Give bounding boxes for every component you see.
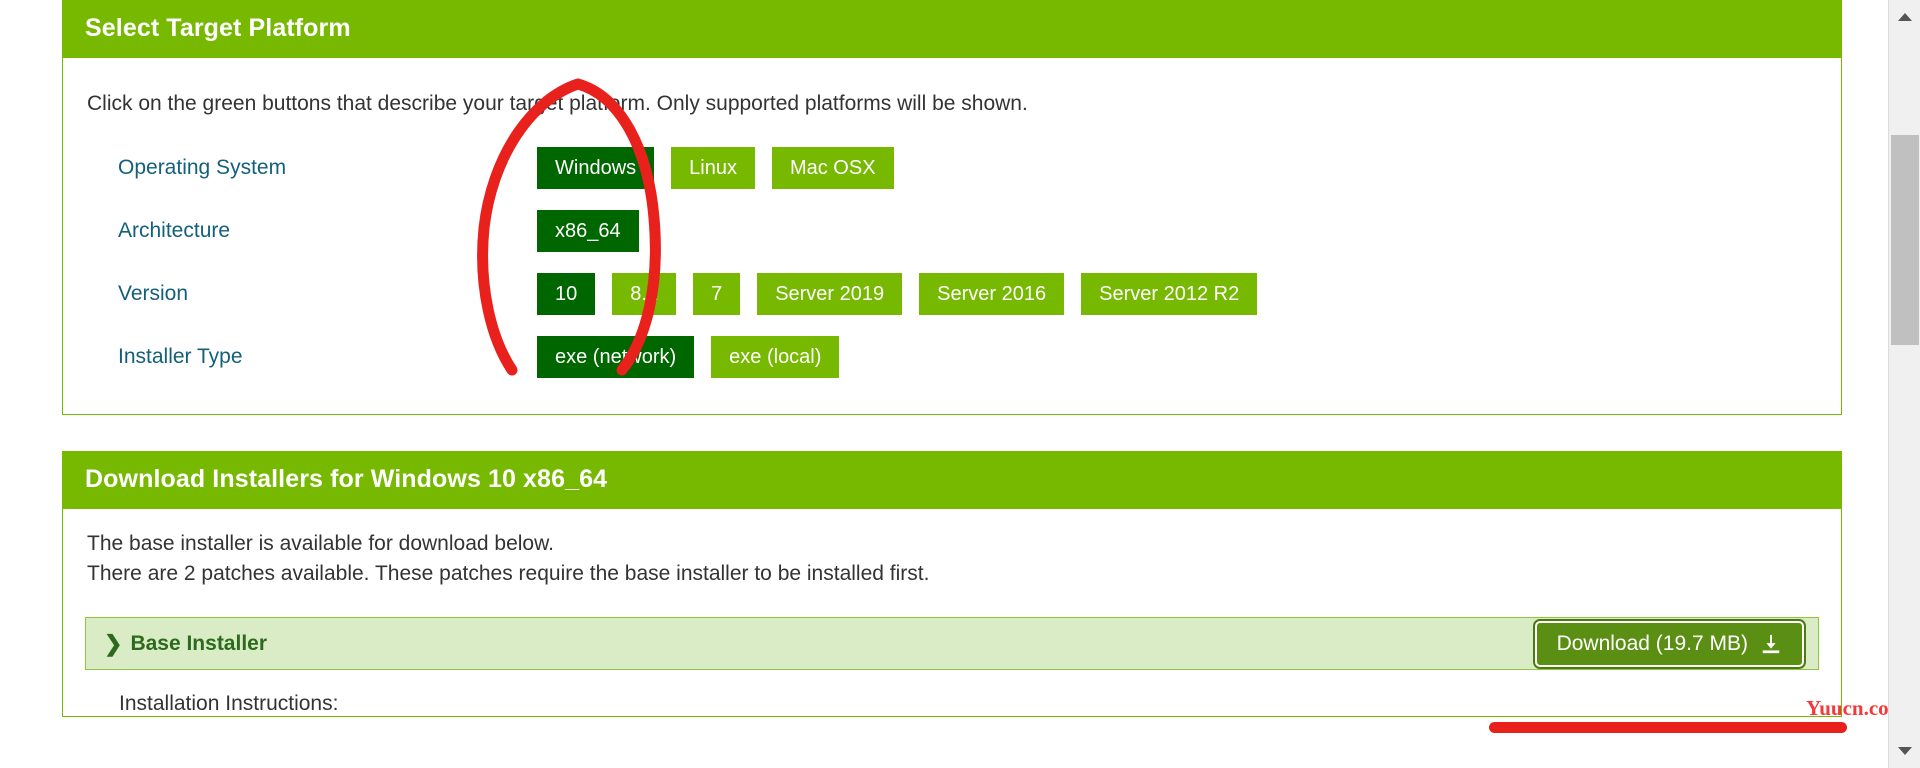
panel-title-download-installers: Download Installers for Windows 10 x86_6… — [63, 452, 1841, 509]
selector-options-operating-system: Windows Linux Mac OSX — [537, 146, 894, 189]
option-button-mac-osx[interactable]: Mac OSX — [771, 146, 894, 189]
selector-label-installer-type: Installer Type — [118, 344, 243, 368]
option-button-linux[interactable]: Linux — [671, 146, 755, 189]
browser-page: Select Target Platform Click on the gree… — [0, 0, 1920, 768]
download-note-base-installer: The base installer is available for down… — [87, 532, 554, 555]
selector-options-version: 10 8.1 7 Server 2019 Server 2016 Server … — [537, 272, 1258, 315]
selector-label-version: Version — [118, 281, 189, 305]
option-button-version-7[interactable]: 7 — [693, 272, 741, 315]
installation-instructions-title: Installation Instructions: — [119, 692, 339, 715]
option-button-server-2019[interactable]: Server 2019 — [757, 272, 903, 315]
selector-row-architecture: Architecture x86_64 — [85, 199, 1819, 262]
download-installers-panel: Download Installers for Windows 10 x86_6… — [62, 451, 1842, 717]
platform-intro-text: Click on the green buttons that describe… — [87, 92, 1028, 115]
option-button-exe-local[interactable]: exe (local) — [711, 335, 840, 378]
base-installer-label: Base Installer — [130, 631, 268, 655]
download-button-label: Download (19.7 MB) — [1556, 631, 1748, 655]
scroll-down-arrow-icon[interactable] — [1889, 738, 1920, 764]
download-button[interactable]: Download (19.7 MB) — [1532, 618, 1807, 669]
option-button-version-81[interactable]: 8.1 — [612, 272, 677, 315]
option-button-server-2012-r2[interactable]: Server 2012 R2 — [1081, 272, 1258, 315]
panel-gap — [62, 415, 1842, 451]
selector-row-installer-type: Installer Type exe (network) exe (local) — [85, 325, 1819, 388]
vertical-scrollbar[interactable] — [1888, 0, 1920, 768]
selector-row-operating-system: Operating System Windows Linux Mac OSX — [85, 136, 1819, 199]
selector-label-architecture: Architecture — [118, 218, 231, 242]
option-button-windows[interactable]: Windows — [537, 146, 655, 189]
option-button-exe-network[interactable]: exe (network) — [537, 335, 695, 378]
page-content: Select Target Platform Click on the gree… — [62, 0, 1842, 768]
selector-options-installer-type: exe (network) exe (local) — [537, 335, 840, 378]
option-button-x86-64[interactable]: x86_64 — [537, 209, 639, 252]
download-note-patches: There are 2 patches available. These pat… — [87, 562, 930, 585]
download-icon — [1760, 633, 1782, 655]
select-target-platform-panel: Select Target Platform Click on the gree… — [62, 0, 1842, 415]
scrollbar-thumb[interactable] — [1891, 135, 1919, 345]
base-installer-row[interactable]: ❯ Base Installer Download (19.7 MB) — [85, 617, 1819, 670]
selector-row-version: Version 10 8.1 7 Server 2019 Server 2016… — [85, 262, 1819, 325]
chevron-right-icon: ❯ — [104, 630, 123, 656]
download-note-spacer — [85, 589, 1819, 617]
selector-label-operating-system: Operating System — [118, 155, 287, 179]
scroll-up-arrow-icon[interactable] — [1889, 4, 1920, 30]
download-panel-body: The base installer is available for down… — [63, 509, 1841, 716]
option-button-version-10[interactable]: 10 — [537, 272, 596, 315]
platform-panel-body: Click on the green buttons that describe… — [63, 58, 1841, 414]
option-button-server-2016[interactable]: Server 2016 — [919, 272, 1065, 315]
panel-title-select-target-platform: Select Target Platform — [63, 1, 1841, 58]
selector-options-architecture: x86_64 — [537, 209, 639, 252]
